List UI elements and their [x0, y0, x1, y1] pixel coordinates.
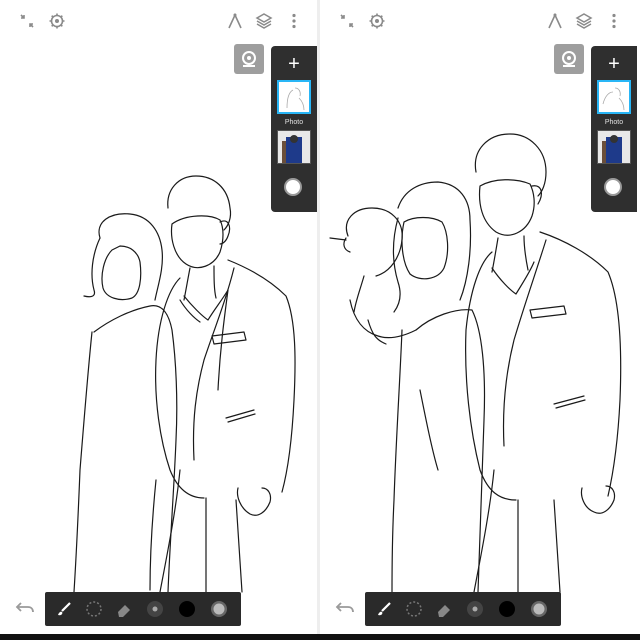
color-swatch-icon[interactable] [176, 598, 198, 620]
layer-name-label: Photo [284, 119, 304, 126]
drawing-toolbar [45, 592, 241, 626]
brush-icon[interactable] [53, 598, 75, 620]
drawing-layer-preview [286, 87, 305, 111]
gear-icon[interactable] [368, 12, 386, 30]
opacity-icon[interactable] [528, 598, 550, 620]
line-drawing-canvas[interactable] [320, 0, 637, 640]
layers-icon[interactable] [575, 12, 593, 30]
add-layer-button[interactable]: + [591, 52, 637, 76]
ruler-icon[interactable] [226, 12, 244, 30]
photo-layer-preview [598, 131, 630, 163]
brush-size-icon[interactable] [464, 598, 486, 620]
layer-thumbnail-photo[interactable] [597, 130, 631, 164]
layers-panel: + Photo [271, 46, 317, 212]
drawing-layer-preview [602, 87, 625, 111]
undo-icon[interactable] [14, 598, 36, 616]
reference-image-button[interactable] [234, 44, 264, 74]
photo-layer-preview [278, 131, 310, 163]
more-vertical-icon[interactable] [605, 12, 623, 30]
layers-panel: + Photo [591, 46, 637, 212]
line-drawing-canvas[interactable] [0, 0, 317, 640]
brush-size-icon[interactable] [144, 598, 166, 620]
ruler-icon[interactable] [546, 12, 564, 30]
layer-thumbnail-photo[interactable] [277, 130, 311, 164]
reference-image-button[interactable] [554, 44, 584, 74]
layer-thumbnail-drawing[interactable] [277, 80, 311, 114]
canvas-pane-right[interactable]: + Photo [320, 0, 637, 640]
reference-image-icon [242, 51, 256, 67]
collapse-icon[interactable] [18, 12, 36, 30]
canvas-pane-left[interactable]: + Photo [0, 0, 317, 640]
layer-name-label: Photo [604, 119, 624, 126]
color-swatch-icon[interactable] [496, 598, 518, 620]
reference-image-icon [562, 51, 576, 67]
layers-icon[interactable] [255, 12, 273, 30]
layer-thumbnail-drawing[interactable] [597, 80, 631, 114]
layer-visibility-toggle[interactable] [284, 178, 302, 196]
eraser-icon[interactable] [113, 598, 135, 620]
gear-icon[interactable] [48, 12, 66, 30]
layer-visibility-toggle[interactable] [604, 178, 622, 196]
lasso-select-icon[interactable] [403, 598, 425, 620]
undo-icon[interactable] [334, 598, 356, 616]
drawing-toolbar [365, 592, 561, 626]
lasso-select-icon[interactable] [83, 598, 105, 620]
eraser-icon[interactable] [433, 598, 455, 620]
add-layer-button[interactable]: + [271, 52, 317, 76]
opacity-icon[interactable] [208, 598, 230, 620]
brush-icon[interactable] [373, 598, 395, 620]
screen-bottom-edge [0, 634, 640, 640]
collapse-icon[interactable] [338, 12, 356, 30]
more-vertical-icon[interactable] [285, 12, 303, 30]
